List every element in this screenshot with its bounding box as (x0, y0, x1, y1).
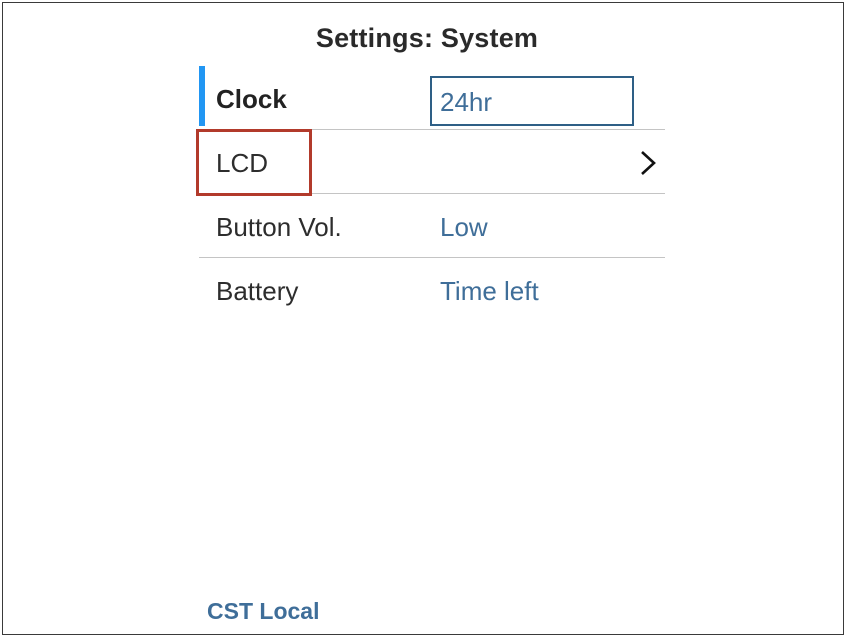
timezone-status: CST Local (207, 598, 320, 624)
selection-indicator (199, 66, 205, 126)
settings-menu: Clock 24hr LCD Button Vol. Low Battery T… (196, 66, 665, 322)
menu-item-label: Button Vol. (216, 212, 342, 242)
menu-item-button-volume[interactable]: Button Vol. Low (199, 194, 665, 258)
button-volume-value[interactable]: Low (440, 212, 488, 243)
chevron-right-icon (641, 151, 656, 175)
page-title: Settings: System (315, 23, 539, 53)
battery-display-value[interactable]: Time left (440, 276, 539, 307)
menu-item-label: Clock (216, 84, 287, 114)
menu-item-clock[interactable]: Clock 24hr (199, 66, 665, 130)
highlight-annotation (196, 129, 312, 196)
menu-item-lcd[interactable]: LCD (196, 129, 665, 196)
clock-format-field[interactable]: 24hr (430, 76, 634, 126)
menu-item-label: Battery (216, 276, 299, 306)
menu-item-battery[interactable]: Battery Time left (199, 258, 665, 322)
device-screen: Settings: System Clock 24hr LCD Button V… (2, 2, 844, 635)
clock-format-value: 24hr (440, 87, 493, 117)
